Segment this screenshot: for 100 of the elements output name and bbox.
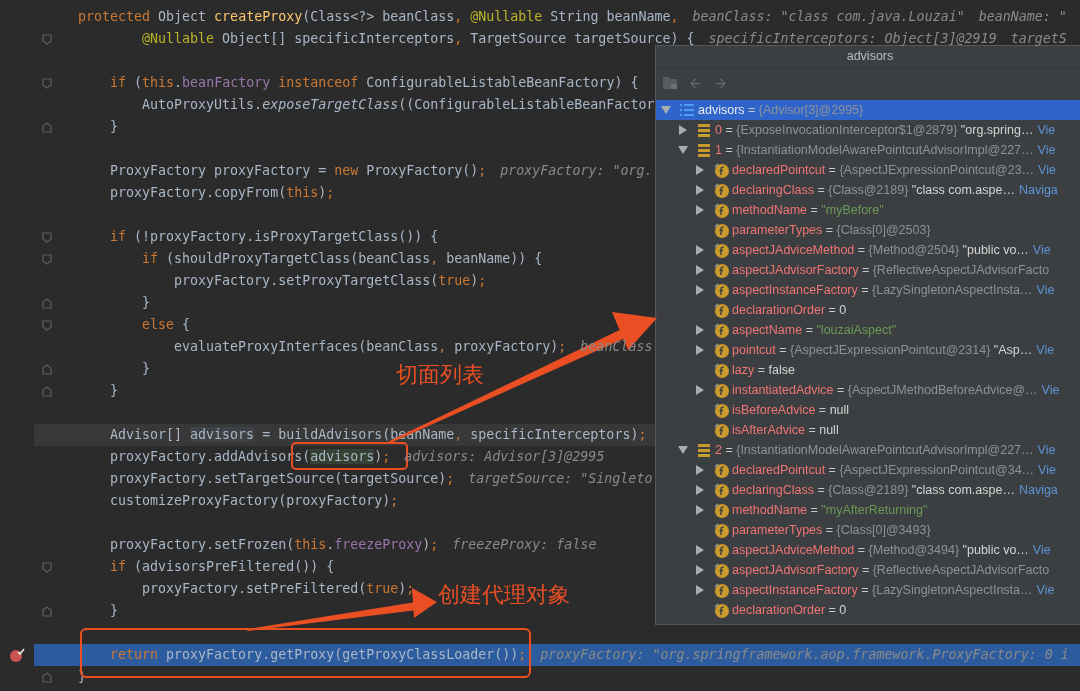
tree-row[interactable]: aspectInstanceFactory = {LazySingletonAspectInsta… Vie: [656, 280, 1080, 300]
view-link[interactable]: Vie: [1032, 240, 1051, 260]
code-line: proxyFactory.setProxyTargetClass(true);: [173, 272, 487, 291]
view-link[interactable]: Vie: [1037, 440, 1056, 460]
field-icon: [713, 362, 729, 378]
view-link[interactable]: Vie: [1038, 160, 1056, 180]
tree-row[interactable]: instantiatedAdvice = {AspectJMethodBeforeAdvice@… Vie: [656, 380, 1080, 400]
fold-marker-icon[interactable]: [42, 385, 52, 397]
disclosure-triangle-icon[interactable]: [695, 325, 705, 335]
code-line: proxyFactory.setFrozen(this.freezeProxy);: [109, 536, 439, 555]
disclosure-triangle-icon[interactable]: [695, 185, 705, 195]
tree-row[interactable]: declaredPointcut = {AspectJExpressionPointcut@34… Vie: [656, 460, 1080, 480]
tree-row[interactable]: declaringClass = {Class@2189} "class com.aspe… Naviga: [656, 180, 1080, 200]
tree-row[interactable]: methodName = "myAfterReturning": [656, 500, 1080, 520]
tree-row[interactable]: aspectJAdviceMethod = {Method@3494} "public vo… Vie: [656, 540, 1080, 560]
tree-row[interactable]: isBeforeAdvice = null: [656, 400, 1080, 420]
tree-row[interactable]: lazy = false: [656, 360, 1080, 380]
inline-value-hint: freezeProxy: false: [452, 536, 597, 555]
tree-row[interactable]: 2 = {InstantiationModelAwarePointcutAdvisorImpl@227… Vie: [656, 440, 1080, 460]
fold-marker-icon[interactable]: [42, 33, 52, 45]
variable-value-text: parameterTypes = {Class[0]@2503}: [732, 221, 931, 239]
tree-row[interactable]: parameterTypes = {Class[0]@2503}: [656, 220, 1080, 240]
tree-row[interactable]: 0 = {ExposeInvocationInterceptor$1@2879} "org.spring… Vie: [656, 120, 1080, 140]
code-line: else {: [141, 316, 191, 335]
view-link[interactable]: Vie: [1036, 280, 1055, 300]
disclosure-triangle-icon[interactable]: [695, 165, 705, 175]
field-icon: [713, 502, 729, 518]
tree-row[interactable]: advisors = {Advisor[3]@2995}: [656, 100, 1080, 120]
tree-row[interactable]: declaredPointcut = {AspectJExpressionPointcut@23… Vie: [656, 160, 1080, 180]
disclosure-triangle-icon[interactable]: [695, 285, 705, 295]
disclosure-triangle-icon[interactable]: [695, 585, 705, 595]
disclosure-triangle-icon[interactable]: [695, 505, 705, 515]
tree-row[interactable]: parameterTypes = {Class[0]@3493}: [656, 520, 1080, 540]
code-line: if (this.beanFactory instanceof ConfigurableListableBeanFactory) {: [109, 74, 639, 93]
disclosure-triangle-icon[interactable]: [678, 145, 688, 155]
view-link[interactable]: Vie: [1036, 340, 1055, 360]
view-link[interactable]: Vie: [1032, 540, 1051, 560]
disclosure-triangle-icon[interactable]: [695, 545, 705, 555]
tree-row[interactable]: methodName = "myBefore": [656, 200, 1080, 220]
tree-row[interactable]: isAfterAdvice = null: [656, 420, 1080, 440]
variable-value-text: aspectJAdviceMethod = {Method@2504} "public vo…: [732, 241, 1029, 259]
disclosure-triangle-icon[interactable]: [695, 485, 705, 495]
tree-row[interactable]: aspectJAdviceMethod = {Method@2504} "public vo… Vie: [656, 240, 1080, 260]
variable-value-text: declaredPointcut = {AspectJExpressionPointcut@23…: [732, 161, 1035, 179]
tree-row[interactable]: aspectInstanceFactory = {LazySingletonAspectInsta… Vie: [656, 580, 1080, 600]
popup-title: advisors: [846, 48, 894, 66]
disclosure-triangle-icon[interactable]: [695, 245, 705, 255]
tree-row[interactable]: pointcut = {AspectJExpressionPointcut@2314} "Asp… Vie: [656, 340, 1080, 360]
view-link[interactable]: Vie: [1037, 120, 1056, 140]
tree-row[interactable]: aspectJAdvisorFactory = {ReflectiveAspectJAdvisorFacto: [656, 560, 1080, 580]
disclosure-triangle-icon[interactable]: [695, 465, 705, 475]
fold-marker-icon[interactable]: [42, 231, 52, 243]
tree-row[interactable]: 1 = {InstantiationModelAwarePointcutAdvisorImpl@227… Vie: [656, 140, 1080, 160]
code-line: @Nullable Object[] specificInterceptors, TargetSource targetSource) {: [141, 30, 695, 49]
view-link[interactable]: Vie: [1037, 140, 1056, 160]
fold-marker-icon[interactable]: [42, 671, 52, 683]
view-link[interactable]: Vie: [1036, 580, 1055, 600]
code-line: }: [141, 294, 151, 313]
fold-marker-icon[interactable]: [42, 319, 52, 331]
field-icon: [713, 522, 729, 538]
disclosure-triangle-icon[interactable]: [678, 125, 688, 135]
code-line: }: [109, 118, 119, 137]
fold-marker-icon[interactable]: [42, 77, 52, 89]
fold-marker-icon[interactable]: [42, 121, 52, 133]
fold-marker-icon[interactable]: [42, 561, 52, 573]
tree-row[interactable]: declarationOrder = 0: [656, 600, 1080, 620]
view-link[interactable]: Naviga: [1018, 180, 1058, 200]
fold-marker-icon[interactable]: [42, 253, 52, 265]
tree-row[interactable]: declaringClass = {Class@2189} "class com.aspe… Naviga: [656, 480, 1080, 500]
tree-row[interactable]: aspectJAdvisorFactory = {ReflectiveAspectJAdvisorFacto: [656, 260, 1080, 280]
breakpoint-icon[interactable]: [9, 647, 25, 663]
view-link[interactable]: Vie: [1038, 460, 1056, 480]
fold-marker-icon[interactable]: [42, 605, 52, 617]
view-link[interactable]: Vie: [1041, 380, 1060, 400]
code-line: customizeProxyFactory(proxyFactory);: [109, 492, 399, 511]
field-icon: [713, 162, 729, 178]
disclosure-triangle-icon[interactable]: [678, 445, 688, 455]
disclosure-triangle-icon[interactable]: [695, 265, 705, 275]
inline-value-hint: proxyFactory: "org.: [500, 162, 653, 181]
variable-value-text: isAfterAdvice = null: [732, 421, 839, 439]
field-icon: [713, 262, 729, 278]
field-icon: [713, 402, 729, 418]
disclosure-triangle-icon[interactable]: [695, 565, 705, 575]
fold-marker-icon[interactable]: [42, 363, 52, 375]
disclosure-triangle-icon[interactable]: [695, 205, 705, 215]
inline-value-hint: targetS: [1010, 30, 1067, 49]
stack-icon: [698, 443, 710, 457]
variable-value-text: methodName = "myAfterReturning": [732, 501, 928, 519]
tree-row[interactable]: declarationOrder = 0: [656, 300, 1080, 320]
field-icon: [713, 322, 729, 338]
field-icon: [713, 222, 729, 238]
fold-marker-icon[interactable]: [42, 297, 52, 309]
code-line: if (!proxyFactory.isProxyTargetClass()) {: [109, 228, 439, 247]
field-icon: [713, 382, 729, 398]
disclosure-triangle-icon[interactable]: [695, 385, 705, 395]
variable-value-text: methodName = "myBefore": [732, 201, 884, 219]
tree-row[interactable]: aspectName = "louzaiAspect": [656, 320, 1080, 340]
variable-value-text: 0 = {ExposeInvocationInterceptor$1@2879} "org.spring…: [715, 121, 1034, 139]
view-link[interactable]: Naviga: [1018, 480, 1058, 500]
disclosure-triangle-icon[interactable]: [695, 345, 705, 355]
